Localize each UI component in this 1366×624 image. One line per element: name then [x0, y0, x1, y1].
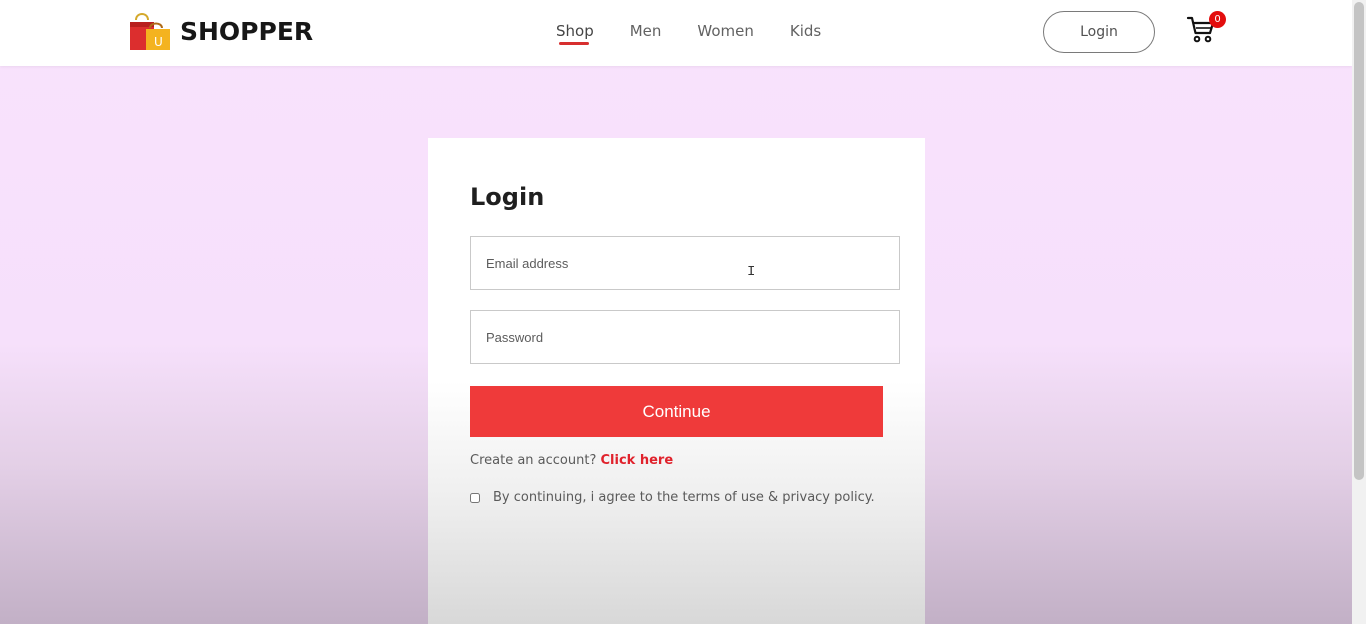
nav-item-label: Women: [697, 22, 754, 40]
terms-checkbox[interactable]: [470, 492, 480, 503]
logo[interactable]: U SHOPPER: [128, 10, 313, 52]
nav-menu: Shop Men Women Kids: [556, 22, 857, 45]
scrollbar-thumb[interactable]: [1354, 2, 1364, 480]
brand-name: SHOPPER: [180, 16, 314, 46]
password-field[interactable]: [470, 310, 900, 364]
nav-item-women[interactable]: Women: [697, 22, 753, 40]
terms-agreement: By continuing, i agree to the terms of u…: [470, 490, 875, 505]
nav-item-label: Shop: [556, 22, 594, 40]
continue-button[interactable]: Continue: [470, 386, 883, 437]
nav-item-men[interactable]: Men: [630, 22, 662, 40]
header-login-button[interactable]: Login: [1043, 11, 1155, 53]
signup-prompt-text: Create an account?: [470, 453, 597, 468]
text-cursor-icon: I: [747, 264, 756, 280]
login-card: Login I Continue Create an account? Clic…: [428, 138, 925, 624]
nav-item-label: Men: [629, 22, 662, 40]
active-nav-underline: [559, 42, 589, 45]
nav-item-label: Kids: [789, 22, 822, 40]
shopping-bag-icon: U: [130, 13, 170, 50]
navbar: U SHOPPER Shop Men Women Kids Login 0: [0, 0, 1352, 66]
nav-item-shop[interactable]: Shop: [556, 22, 594, 45]
login-title: Login: [470, 183, 545, 211]
nav-item-kids[interactable]: Kids: [790, 22, 821, 40]
svg-text:U: U: [154, 35, 163, 49]
cart-count-badge: 0: [1209, 11, 1226, 28]
email-field[interactable]: [470, 236, 900, 290]
terms-text: By continuing, i agree to the terms of u…: [493, 490, 875, 505]
signup-prompt: Create an account? Click here: [470, 453, 673, 468]
signup-link[interactable]: Click here: [601, 453, 674, 468]
